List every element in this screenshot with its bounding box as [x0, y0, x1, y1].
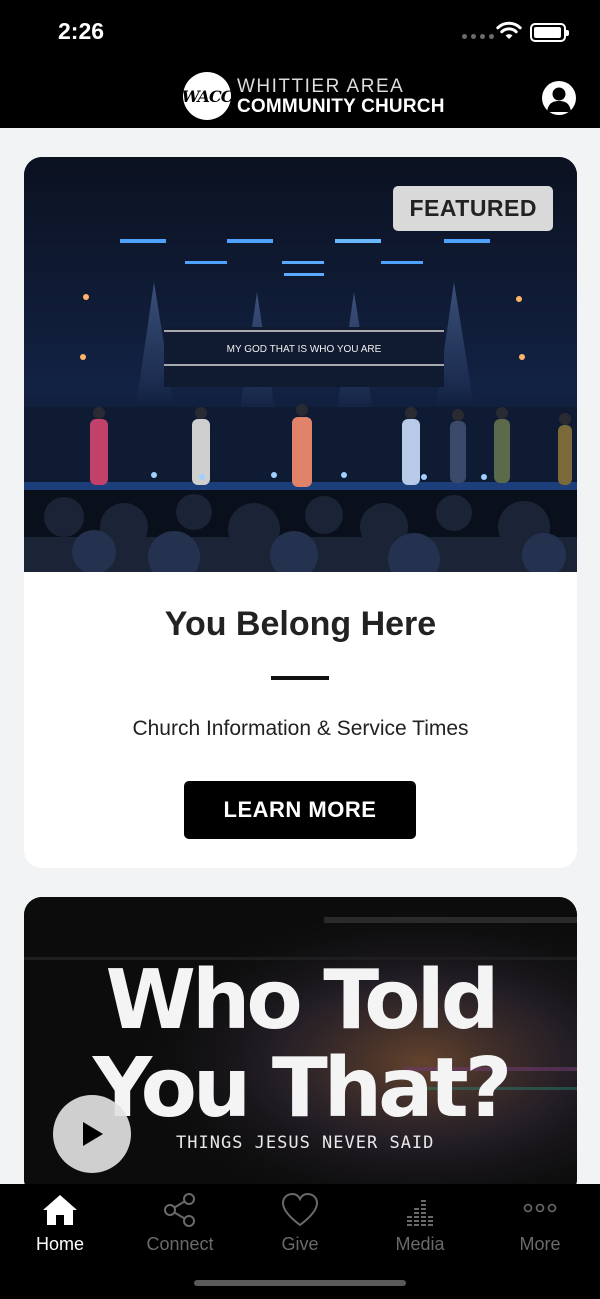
wifi-icon [496, 21, 522, 39]
cellular-signal-icon [462, 34, 494, 39]
sermon-subtitle: THINGS JESUS NEVER SAID [176, 1133, 435, 1153]
header-bar: 2:26 WACC WHITTIER AREA COMMUNITY CHURCH [0, 0, 600, 128]
learn-more-button[interactable]: LEARN MORE [184, 781, 416, 839]
card-title: You Belong Here [164, 605, 437, 643]
church-logo[interactable]: WACC WHITTIER AREA COMMUNITY CHURCH [182, 72, 445, 120]
home-icon [43, 1195, 77, 1225]
battery-icon [530, 23, 569, 42]
stage-screen-text: MY GOD THAT IS WHO YOU ARE [227, 344, 382, 355]
logo-line-2: COMMUNITY CHURCH [237, 95, 445, 117]
card-subtitle: Church Information & Service Times [132, 717, 469, 740]
tab-connect[interactable]: Connect [120, 1184, 240, 1264]
tab-label: Connect [146, 1234, 214, 1254]
sermon-series-card[interactable]: Who Told You That? THINGS JESUS NEVER SA… [24, 897, 577, 1197]
logo-mark: WACC [182, 72, 233, 120]
tab-media[interactable]: Media [360, 1184, 480, 1264]
tab-label: Home [35, 1234, 84, 1254]
logo-text: WHITTIER AREA COMMUNITY CHURCH [237, 77, 445, 116]
play-icon [83, 1122, 103, 1146]
tab-give[interactable]: Give [240, 1184, 360, 1264]
tab-label: Media [395, 1234, 445, 1254]
share-icon [164, 1193, 195, 1227]
play-button[interactable] [53, 1095, 131, 1173]
sermon-title-line-1: Who Told [105, 953, 500, 1048]
title-divider [271, 676, 329, 680]
status-time: 2:26 [58, 18, 105, 44]
equalizer-icon [407, 1200, 433, 1226]
app-screen: 2:26 WACC WHITTIER AREA COMMUNITY CHURCH [0, 0, 600, 1299]
tab-home[interactable]: Home [0, 1184, 120, 1264]
worship-stage-image: MY GOD THAT IS WHO YOU ARE FEATURED [24, 157, 577, 572]
tab-label: Give [281, 1234, 319, 1254]
profile-icon[interactable] [542, 81, 576, 115]
more-dots-icon [523, 1203, 557, 1213]
logo-line-1: WHITTIER AREA [237, 75, 405, 97]
heart-icon [281, 1192, 319, 1227]
featured-card[interactable]: MY GOD THAT IS WHO YOU ARE FEATURED You … [24, 157, 577, 868]
tab-more[interactable]: More [480, 1184, 600, 1264]
tab-label: More [519, 1234, 561, 1254]
home-indicator[interactable] [194, 1280, 406, 1286]
featured-badge: FEATURED [393, 186, 553, 231]
